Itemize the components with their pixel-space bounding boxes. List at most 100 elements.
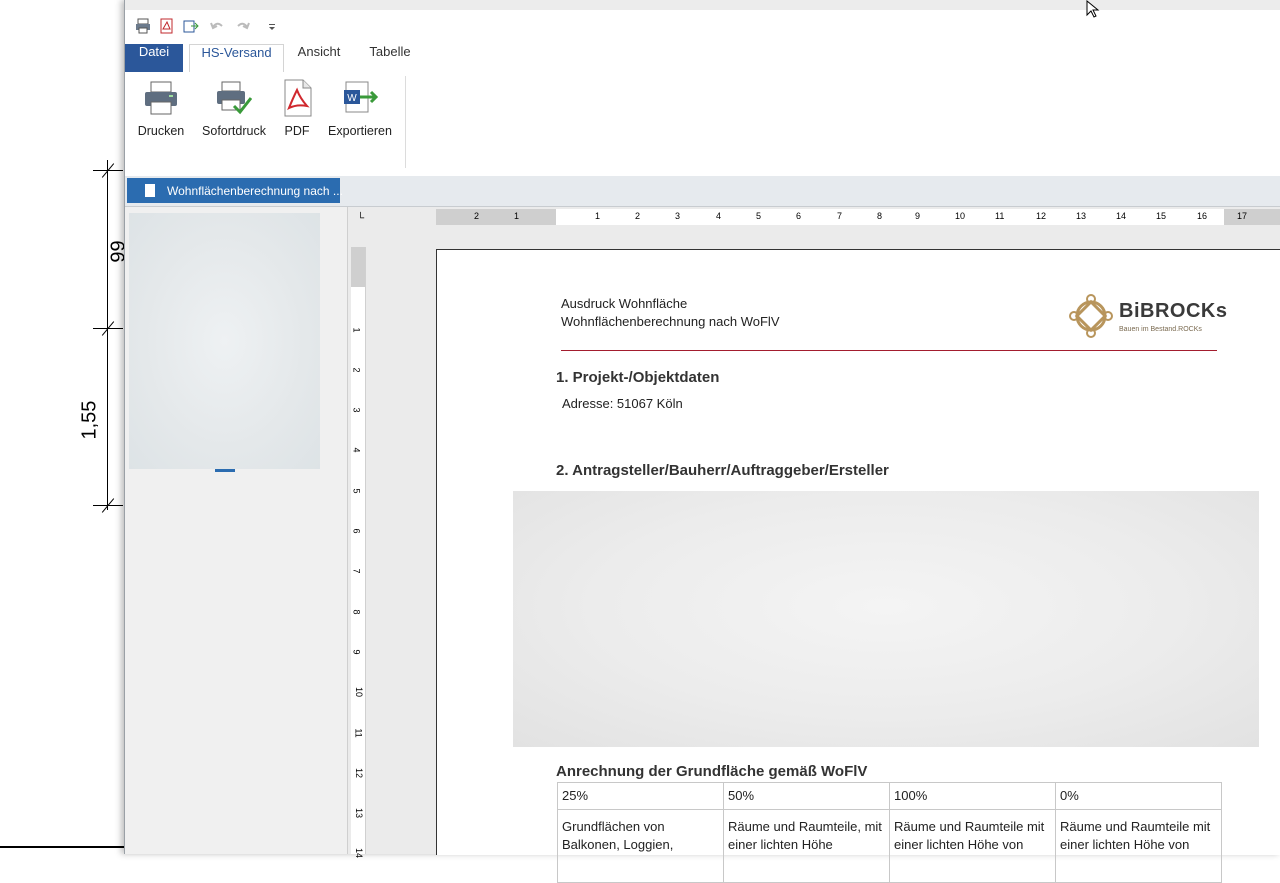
ruler-label: 10 <box>354 686 365 698</box>
document-tab-title: Wohnflächenberechnung nach ... <box>167 184 343 198</box>
address-text: Adresse: 51067 Köln <box>562 396 683 411</box>
tab-hs-versand[interactable]: HS-Versand <box>189 44 284 74</box>
anrechnung-table: 25% 50% 100% 0% Grundflächen von Balkone… <box>557 782 1222 883</box>
logo-wordmark: BiBROCKs <box>1119 300 1228 322</box>
printer-icon <box>145 81 177 115</box>
print-icon[interactable] <box>135 18 151 34</box>
dimension-line <box>107 160 108 510</box>
drawing-baseline <box>0 846 124 848</box>
document-tab[interactable]: Wohnflächenberechnung nach ... <box>127 178 343 203</box>
ruler-label: 4 <box>351 447 362 453</box>
table-row: 25% 50% 100% 0% <box>557 782 1222 810</box>
table-cell: Grundflächen von Balkonen, Loggien, <box>557 809 724 883</box>
ribbon-group-separator <box>405 76 406 168</box>
drucken-button[interactable]: Drucken <box>135 78 187 138</box>
company-logo: BiBROCKs Bauen im Bestand.ROCKs <box>1067 292 1227 340</box>
export-icon[interactable] <box>183 18 199 34</box>
section1-title: 1. Projekt-/Objektdaten <box>556 369 720 386</box>
ruler-label: 15 <box>1156 211 1167 221</box>
logo-tagline: Bauen im Bestand.ROCKs <box>1119 326 1202 333</box>
ruler-label: 2 <box>635 211 641 221</box>
ruler-label: 12 <box>1036 211 1047 221</box>
ruler-label: 10 <box>955 211 966 221</box>
tab-datei[interactable]: Datei <box>125 44 183 72</box>
ruler-label: 2 <box>351 367 362 373</box>
document-page[interactable]: Ausdruck Wohnfläche Wohnflächenberechnun… <box>436 249 1280 883</box>
ruler-label: 17 <box>1237 211 1248 221</box>
ruler-label: 13 <box>1076 211 1087 221</box>
ruler-margin-top <box>351 247 365 287</box>
ruler-label: 1 <box>595 211 601 221</box>
exportieren-button[interactable]: W Exportieren <box>327 78 393 138</box>
undo-icon[interactable] <box>209 18 225 34</box>
ruler-margin-right <box>1224 209 1280 225</box>
ruler-label: 9 <box>915 211 921 221</box>
svg-text:W: W <box>347 93 357 104</box>
ruler-label: 8 <box>351 609 362 615</box>
mouse-cursor-icon <box>1086 0 1100 18</box>
word-export-icon: W <box>344 81 379 113</box>
redacted-applicant-block <box>513 491 1259 747</box>
ruler-label: 9 <box>351 649 362 655</box>
sofortdruck-button[interactable]: Sofortdruck <box>199 78 269 138</box>
ruler-label: 3 <box>351 407 362 413</box>
quick-access-toolbar <box>125 10 1280 44</box>
ribbon-tabs: Datei HS-Versand Ansicht Tabelle <box>125 44 1280 74</box>
page-thumbnail[interactable] <box>129 213 320 469</box>
tab-stop-selector[interactable]: └ <box>357 213 364 224</box>
ruler-label: 6 <box>351 528 362 534</box>
table-cell: Räume und Raumteile, mit einer lichten H… <box>723 809 890 883</box>
header-line-2: Wohnflächenberechnung nach WoFlV <box>561 314 780 329</box>
app-window: Datei HS-Versand Ansicht Tabelle Drucken… <box>124 0 1280 883</box>
pdf-button[interactable]: PDF <box>279 78 315 138</box>
pdf-document-icon <box>284 79 312 117</box>
vertical-ruler[interactable]: 1 2 3 4 5 6 7 8 9 10 11 12 13 14 <box>351 247 366 858</box>
title-bar <box>125 0 1280 10</box>
ruler-label: 14 <box>354 847 365 859</box>
ruler-label: 13 <box>354 807 365 819</box>
page-thumbnail-pane <box>125 207 348 854</box>
table-header-cell: 100% <box>889 782 1056 810</box>
ruler-label: 2 <box>474 211 480 221</box>
document-editor: └ 2 1 1 2 3 4 5 6 7 8 9 10 11 12 13 14 1… <box>348 207 1280 883</box>
sofortdruck-label: Sofortdruck <box>202 124 266 138</box>
drucken-label: Drucken <box>137 124 185 138</box>
pdf-label: PDF <box>284 124 310 138</box>
thumbnail-selection-marker <box>215 469 235 472</box>
customize-icon[interactable] <box>267 18 277 34</box>
ruler-label: 6 <box>796 211 802 221</box>
tab-tabelle[interactable]: Tabelle <box>358 44 422 72</box>
pdf-icon[interactable] <box>159 18 175 34</box>
background-cad-drawing: 1,55 99 <box>0 0 130 854</box>
ruler-margin-left <box>436 209 556 225</box>
section2-title: 2. Antragsteller/Bauherr/Auftraggeber/Er… <box>556 462 889 479</box>
ruler-label: 7 <box>351 568 362 574</box>
table-cell: Räume und Raumteile mit einer lichten Hö… <box>1055 809 1222 883</box>
document-icon <box>145 184 155 197</box>
header-rule <box>561 350 1217 351</box>
ribbon-panel: Drucken Sofortdruck PDF W Exportieren <box>125 72 1280 177</box>
table-header-cell: 50% <box>723 782 890 810</box>
table-header-cell: 0% <box>1055 782 1222 810</box>
horizontal-ruler[interactable]: 2 1 1 2 3 4 5 6 7 8 9 10 11 12 13 14 15 … <box>436 209 1280 225</box>
anrechnung-title: Anrechnung der Grundfläche gemäß WoFlV <box>556 763 868 780</box>
exportieren-label: Exportieren <box>328 124 392 138</box>
quick-print-icon <box>217 81 253 115</box>
ruler-label: 16 <box>1197 211 1208 221</box>
dimension-label: 1,55 <box>78 400 101 440</box>
ruler-label: 11 <box>353 728 364 738</box>
logo-emblem-icon <box>1069 294 1113 338</box>
ruler-label: 5 <box>351 488 362 494</box>
ruler-label: 1 <box>514 211 520 221</box>
tab-ansicht[interactable]: Ansicht <box>287 44 351 72</box>
table-cell: Räume und Raumteile mit einer lichten Hö… <box>889 809 1056 883</box>
ruler-label: 1 <box>351 327 362 333</box>
ruler-label: 3 <box>675 211 681 221</box>
header-line-1: Ausdruck Wohnfläche <box>561 296 688 311</box>
redo-icon[interactable] <box>235 18 251 34</box>
table-row: Grundflächen von Balkonen, Loggien, Räum… <box>557 809 1222 883</box>
table-header-cell: 25% <box>557 782 724 810</box>
ruler-label: 4 <box>716 211 722 221</box>
ruler-label: 14 <box>1116 211 1127 221</box>
ruler-label: 5 <box>756 211 762 221</box>
